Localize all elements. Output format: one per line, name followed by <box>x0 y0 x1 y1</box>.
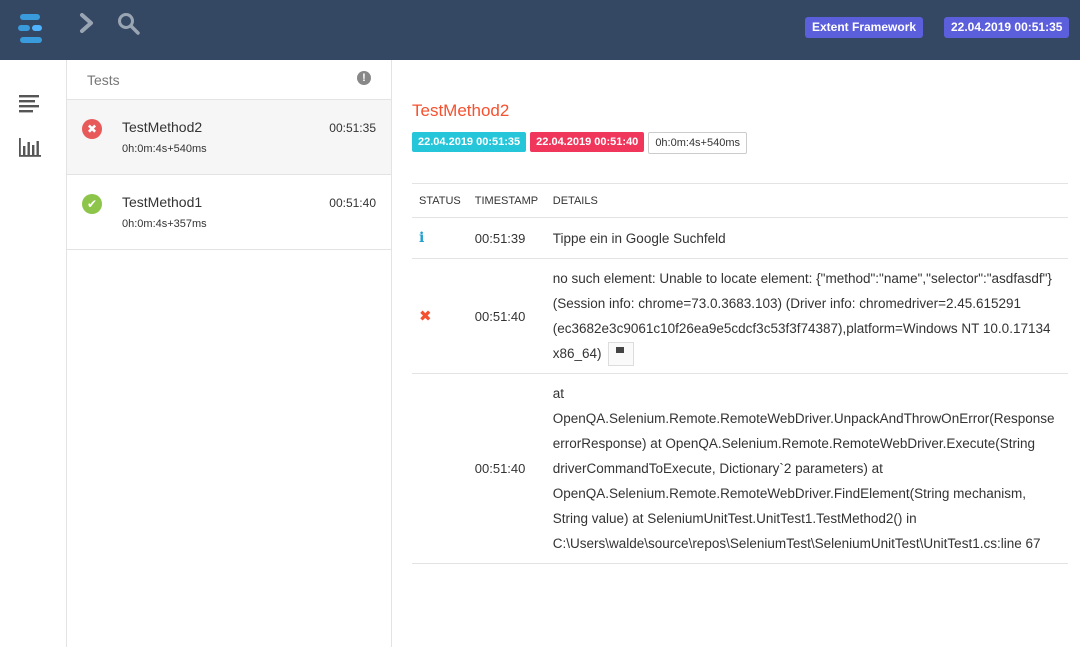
test-duration: 0h:0m:4s+540ms <box>122 143 207 155</box>
fail-status-icon: ✖ <box>82 119 102 139</box>
test-name: TestMethod1 <box>122 194 203 210</box>
test-time: 00:51:40 <box>329 196 376 210</box>
info-icon: i <box>419 230 425 246</box>
test-detail-title: TestMethod2 <box>412 101 510 120</box>
test-time-badges: 22.04.2019 00:51:35 22.04.2019 00:51:40 … <box>412 132 747 154</box>
log-table: STATUS TIMESTAMP DETAILS i 00:51:39 Tipp… <box>412 183 1068 565</box>
test-time: 00:51:35 <box>329 121 376 135</box>
chevron-right-icon[interactable] <box>79 13 95 33</box>
start-time-badge: 22.04.2019 00:51:35 <box>412 132 527 152</box>
log-timestamp: 00:51:39 <box>467 217 546 259</box>
log-details: at OpenQA.Selenium.Remote.RemoteWebDrive… <box>545 373 1068 565</box>
test-list-panel: Tests ! ✖ TestMethod2 00:51:35 0h:0m:4s+… <box>67 60 392 647</box>
end-time-badge: 22.04.2019 00:51:40 <box>530 132 645 152</box>
log-status-cell: ✖ <box>412 258 468 375</box>
log-timestamp: 00:51:40 <box>467 373 546 565</box>
fail-icon: ✖ <box>419 307 432 325</box>
column-header-status: STATUS <box>412 183 468 218</box>
log-status-cell <box>412 373 468 565</box>
log-details: Tippe ein in Google Suchfeld <box>545 217 1068 259</box>
log-table-header: STATUS TIMESTAMP DETAILS <box>412 183 1068 218</box>
report-timestamp-badge: 22.04.2019 00:51:35 <box>944 17 1070 38</box>
log-row: i 00:51:39 Tippe ein in Google Suchfeld <box>412 217 1068 259</box>
framework-badge: Extent Framework <box>805 17 924 38</box>
log-details-cell: no such element: Unable to locate elemen… <box>545 258 1068 375</box>
log-row: ✖ 00:51:40 no such element: Unable to lo… <box>412 258 1068 375</box>
log-status-cell: i <box>412 217 468 259</box>
test-detail-panel: TestMethod2 22.04.2019 00:51:35 22.04.20… <box>392 60 1080 647</box>
extent-logo-icon[interactable] <box>18 12 46 46</box>
test-list-title: Tests <box>87 72 120 88</box>
test-name: TestMethod2 <box>122 119 203 135</box>
icon-sidebar <box>0 60 67 647</box>
log-row: 00:51:40 at OpenQA.Selenium.Remote.Remot… <box>412 373 1068 565</box>
top-navbar: Extent Framework 22.04.2019 00:51:35 <box>0 0 1080 60</box>
test-item-testmethod1[interactable]: ✔ TestMethod1 00:51:40 0h:0m:4s+357ms <box>67 175 391 250</box>
bar-chart-icon[interactable] <box>19 138 41 158</box>
column-header-timestamp: TIMESTAMP <box>467 183 546 218</box>
screenshot-thumbnail[interactable] <box>608 342 635 367</box>
search-icon[interactable] <box>117 12 141 36</box>
pass-status-icon: ✔ <box>82 194 102 214</box>
test-duration: 0h:0m:4s+357ms <box>122 218 207 230</box>
test-item-testmethod2[interactable]: ✖ TestMethod2 00:51:35 0h:0m:4s+540ms <box>67 100 391 175</box>
duration-badge: 0h:0m:4s+540ms <box>648 132 747 154</box>
log-timestamp: 00:51:40 <box>467 258 546 375</box>
test-list-header: Tests ! <box>67 60 391 100</box>
list-icon[interactable] <box>19 93 41 113</box>
column-header-details: DETAILS <box>545 183 1068 218</box>
alert-icon[interactable]: ! <box>357 71 371 85</box>
